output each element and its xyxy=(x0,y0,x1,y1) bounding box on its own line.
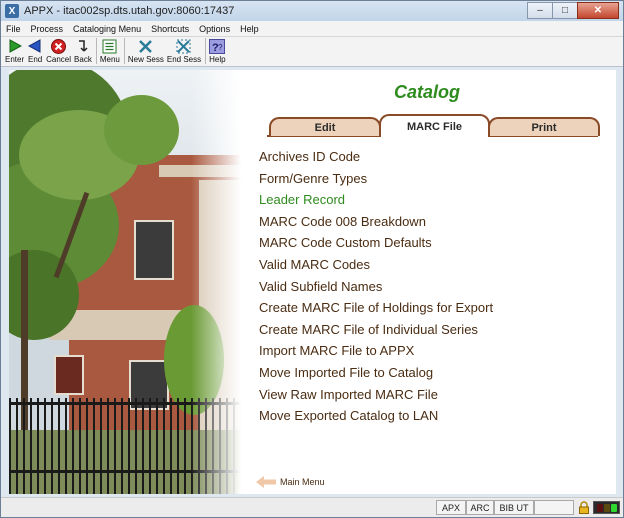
menu-link-valid-subfield-names[interactable]: Valid Subfield Names xyxy=(259,276,493,298)
toolbar-separator xyxy=(123,38,125,64)
menu-help[interactable]: Help xyxy=(235,24,264,34)
cancel-label: Cancel xyxy=(46,55,72,64)
menu-link-marc-code-008[interactable]: MARC Code 008 Breakdown xyxy=(259,211,493,233)
new-session-button[interactable]: New Sess xyxy=(128,37,164,64)
menu-link-import-marc-file[interactable]: Import MARC File to APPX xyxy=(259,340,493,362)
menu-link-create-individual-series[interactable]: Create MARC File of Individual Series xyxy=(259,319,493,341)
menu-icon xyxy=(102,38,118,54)
new-session-label: New Sess xyxy=(127,55,164,64)
end-arrow-icon xyxy=(27,38,43,54)
menu-process[interactable]: Process xyxy=(26,24,69,34)
enter-label: Enter xyxy=(5,55,25,64)
enter-arrow-icon xyxy=(7,38,23,54)
end-button[interactable]: End xyxy=(27,37,43,64)
menu-link-create-holdings-export[interactable]: Create MARC File of Holdings for Export xyxy=(259,297,493,319)
help-icon: ?? xyxy=(209,38,226,54)
back-label: Back xyxy=(74,55,92,64)
menu-link-form-genre-types[interactable]: Form/Genre Types xyxy=(259,168,493,190)
menu-options[interactable]: Options xyxy=(194,24,235,34)
cancel-icon xyxy=(51,38,67,54)
end-session-label: End Sess xyxy=(166,55,202,64)
menu-link-move-imported-file[interactable]: Move Imported File to Catalog xyxy=(259,362,493,384)
menu-button[interactable]: Menu xyxy=(100,37,120,64)
lock-icon xyxy=(578,501,590,514)
arrow-left-icon xyxy=(256,475,276,489)
back-button[interactable]: Back xyxy=(74,37,92,64)
appx-logo-icon: X xyxy=(5,4,19,18)
traffic-light-icon xyxy=(593,501,620,514)
new-session-icon xyxy=(138,38,154,54)
main-content: Catalog Edit MARC File Print Archives ID… xyxy=(9,70,616,494)
back-icon xyxy=(75,38,91,54)
menu-label: Menu xyxy=(99,55,120,64)
menu-link-leader-record[interactable]: Leader Record xyxy=(259,189,493,211)
menu-link-marc-custom-defaults[interactable]: MARC Code Custom Defaults xyxy=(259,232,493,254)
status-bib-ut: BIB UT xyxy=(494,500,534,515)
menu-file[interactable]: File xyxy=(1,24,26,34)
end-session-icon xyxy=(176,38,192,54)
help-label: Help xyxy=(209,55,226,64)
menu-cataloging[interactable]: Cataloging Menu xyxy=(68,24,146,34)
menu-link-view-raw-imported[interactable]: View Raw Imported MARC File xyxy=(259,384,493,406)
end-session-button[interactable]: End Sess xyxy=(167,37,201,64)
tab-edit[interactable]: Edit xyxy=(269,117,381,136)
help-button[interactable]: ?? Help xyxy=(209,37,226,64)
window-controls: – □ ✕ xyxy=(527,2,619,19)
enter-button[interactable]: Enter xyxy=(5,37,24,64)
toolbar: Enter End Cancel Back Menu New Sess End … xyxy=(1,37,623,67)
status-empty xyxy=(534,500,574,515)
toolbar-separator xyxy=(95,38,97,64)
main-menu-label: Main Menu xyxy=(280,477,325,487)
menu-list: Archives ID Code Form/Genre Types Leader… xyxy=(259,146,493,427)
menu-link-archives-id-code[interactable]: Archives ID Code xyxy=(259,146,493,168)
status-apx: APX xyxy=(436,500,466,515)
status-bar: APX ARC BIB UT xyxy=(1,497,623,517)
menu-link-valid-marc-codes[interactable]: Valid MARC Codes xyxy=(259,254,493,276)
page-title: Catalog xyxy=(394,82,461,102)
end-label: End xyxy=(28,55,43,64)
close-button[interactable]: ✕ xyxy=(577,2,619,19)
menu-bar: File Process Cataloging Menu Shortcuts O… xyxy=(1,21,623,37)
cancel-button[interactable]: Cancel xyxy=(46,37,71,64)
status-arc: ARC xyxy=(466,500,494,515)
menu-link-move-exported-catalog[interactable]: Move Exported Catalog to LAN xyxy=(259,405,493,427)
window-title: APPX - itac002sp.dts.utah.gov:8060:17437 xyxy=(24,5,235,17)
title-bar[interactable]: X APPX - itac002sp.dts.utah.gov:8060:174… xyxy=(1,1,623,21)
tab-print[interactable]: Print xyxy=(488,117,600,136)
building-photo xyxy=(9,70,241,494)
app-window: X APPX - itac002sp.dts.utah.gov:8060:174… xyxy=(0,0,624,518)
main-menu-link[interactable]: Main Menu xyxy=(256,475,325,489)
tab-marc-file[interactable]: MARC File xyxy=(379,114,490,137)
menu-shortcuts[interactable]: Shortcuts xyxy=(146,24,194,34)
svg-text:?: ? xyxy=(218,43,223,52)
maximize-button[interactable]: □ xyxy=(552,2,578,19)
toolbar-separator xyxy=(205,38,207,64)
minimize-button[interactable]: – xyxy=(527,2,553,19)
